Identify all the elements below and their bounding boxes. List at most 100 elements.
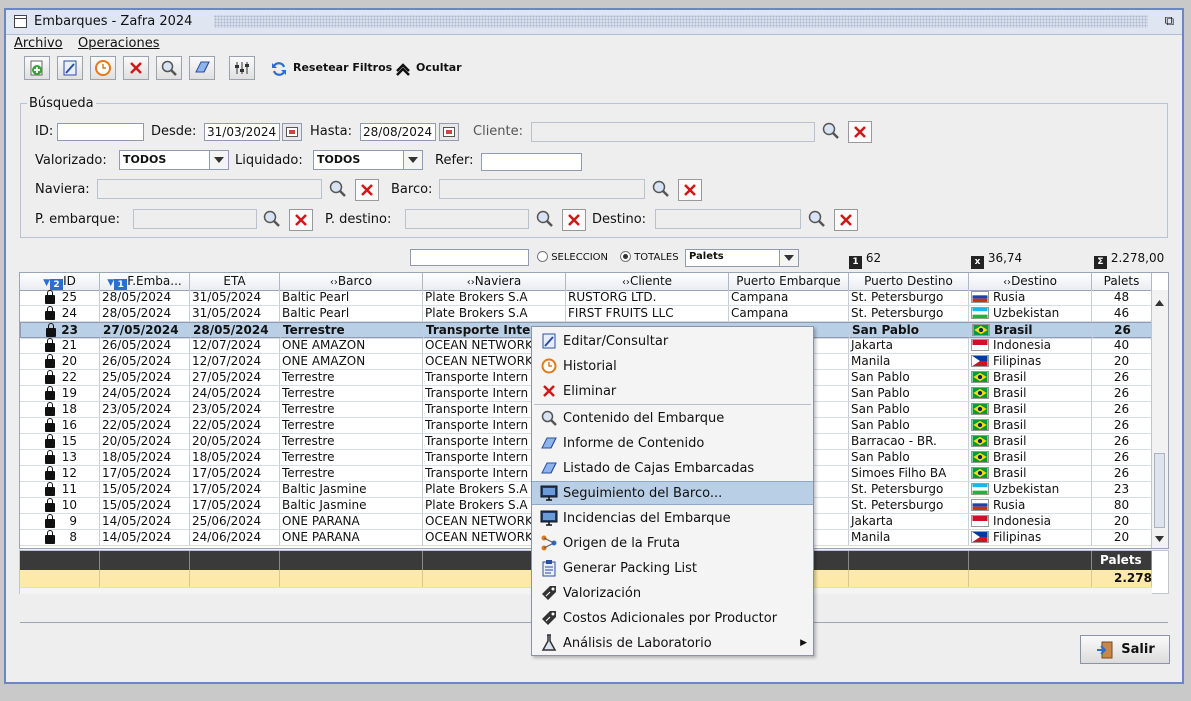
cell-puerto-destino: Jakarta: [849, 514, 969, 530]
header-naviera[interactable]: ‹›Naviera: [423, 273, 566, 290]
menu-item-incidencias-del-embarque[interactable]: Incidencias del Embarque: [532, 506, 813, 530]
cliente-label: Cliente:: [473, 124, 524, 139]
delete-icon: [538, 381, 560, 401]
hide-button[interactable]: Ocultar: [416, 61, 462, 74]
cell-palets: 80: [1092, 498, 1152, 514]
metric-select[interactable]: Palets: [685, 249, 799, 267]
naviera-input[interactable]: [97, 179, 322, 199]
settings-button[interactable]: [229, 56, 255, 80]
search-button[interactable]: [156, 56, 182, 80]
cell-puerto-destino: San Pablo: [849, 402, 969, 418]
menu-item-valorizacion[interactable]: Valorización: [532, 581, 813, 605]
valorizado-label: Valorizado:: [35, 153, 107, 168]
cliente-input[interactable]: [531, 122, 815, 142]
vertical-scrollbar[interactable]: [1151, 290, 1168, 548]
refresh-icon: [272, 62, 286, 76]
exit-button[interactable]: Salir: [1080, 635, 1170, 664]
id-input[interactable]: [57, 123, 144, 141]
lock-icon: [45, 306, 55, 320]
naviera-clear-button[interactable]: [355, 179, 379, 201]
new-button[interactable]: [24, 56, 50, 80]
lock-icon: [45, 418, 55, 432]
menu-item-listado-de-cajas-embarcadas[interactable]: Listado de Cajas Embarcadas: [532, 456, 813, 480]
reset-filters-button[interactable]: Resetear Filtros: [293, 61, 392, 74]
sort-order-badge: 2: [50, 279, 64, 290]
header-destino[interactable]: ‹›Destino: [969, 273, 1092, 290]
header-palets[interactable]: Palets: [1092, 273, 1152, 290]
sort-desc-icon: ▼: [107, 278, 115, 288]
pdestino-clear-button[interactable]: [562, 209, 586, 231]
header-id[interactable]: ▼ 2 ID: [20, 273, 100, 290]
lock-icon: [45, 402, 55, 416]
naviera-search-button[interactable]: [327, 179, 349, 199]
destino-clear-button[interactable]: [834, 209, 858, 231]
menu-item-seguimiento-del-barco[interactable]: Seguimiento del Barco...: [532, 481, 813, 505]
seleccion-radio[interactable]: SELECCION: [537, 251, 608, 263]
hasta-input[interactable]: 28/08/2024: [360, 123, 436, 141]
cliente-clear-button[interactable]: [848, 121, 872, 143]
liquidado-select[interactable]: TODOS: [313, 150, 423, 170]
pembarque-input[interactable]: [133, 209, 257, 229]
desde-calendar-button[interactable]: [282, 123, 302, 141]
cell-id: 15: [20, 434, 100, 450]
barco-search-button[interactable]: [650, 179, 672, 199]
menu-item-eliminar[interactable]: Eliminar: [532, 379, 813, 403]
cell-barco: Terrestre: [280, 434, 423, 450]
scroll-down-icon[interactable]: [1155, 531, 1164, 545]
cell-eta: 24/05/2024: [190, 386, 280, 402]
barco-clear-button[interactable]: [678, 179, 702, 201]
history-button[interactable]: [90, 56, 116, 80]
delete-button[interactable]: [123, 56, 149, 80]
menu-item-contenido-del-embarque[interactable]: Contenido del Embarque: [532, 406, 813, 430]
menu-item-analisis-de-laboratorio[interactable]: Análisis de Laboratorio ▶: [532, 631, 813, 655]
menu-operaciones[interactable]: Operaciones: [78, 36, 160, 51]
refer-input[interactable]: [481, 153, 582, 171]
pdestino-input[interactable]: [405, 209, 529, 229]
report-button[interactable]: [189, 56, 215, 80]
valorizado-select[interactable]: TODOS: [119, 150, 229, 170]
destino-search-button[interactable]: [806, 209, 828, 229]
menu-item-origen-de-la-fruta[interactable]: Origen de la Fruta: [532, 531, 813, 555]
menu-item-historial[interactable]: Historial: [532, 354, 813, 378]
cell-eta: 24/06/2024: [190, 530, 280, 546]
header-cliente[interactable]: ‹›Cliente: [566, 273, 729, 290]
barco-input[interactable]: [439, 179, 645, 199]
header-eta[interactable]: ETA: [190, 273, 280, 290]
scroll-up-icon[interactable]: [1155, 295, 1164, 309]
hasta-calendar-button[interactable]: [439, 123, 459, 141]
pembarque-search-button[interactable]: [261, 209, 283, 229]
header-puerto-destino[interactable]: Puerto Destino: [849, 273, 969, 290]
header-fembarque[interactable]: ▼ 1 F.Emba...: [100, 273, 190, 290]
cliente-search-button[interactable]: [820, 121, 842, 141]
desde-input[interactable]: 31/03/2024: [204, 123, 280, 141]
menu-item-costos-adicionales-por-productor[interactable]: Costos Adicionales por Productor: [532, 606, 813, 630]
quick-filter-input[interactable]: [410, 249, 529, 266]
pembarque-clear-button[interactable]: [289, 209, 313, 231]
pdestino-search-button[interactable]: [534, 209, 556, 229]
cell-eta: 20/05/2024: [190, 434, 280, 450]
cell-fembarque: 28/05/2024: [100, 306, 190, 322]
header-puerto-embarque[interactable]: Puerto Embarque: [729, 273, 849, 290]
cell-barco: Baltic Jasmine: [280, 498, 423, 514]
table-row[interactable]: 24 28/05/2024 31/05/2024 Baltic Pearl Plate …: [20, 306, 1152, 322]
menu-archivo[interactable]: Archivo: [14, 36, 63, 51]
scroll-thumb[interactable]: [1154, 453, 1165, 528]
header-barco[interactable]: ‹›Barco: [280, 273, 423, 290]
window-title: Embarques - Zafra 2024: [34, 14, 193, 29]
edit-button[interactable]: [57, 56, 83, 80]
cell-puerto-destino: Manila: [849, 530, 969, 546]
cell-palets: 20: [1092, 514, 1152, 530]
menu-item-generar-packing-list[interactable]: Generar Packing List: [532, 556, 813, 580]
cell-eta: 28/05/2024: [191, 323, 281, 339]
book-icon: [538, 458, 560, 478]
destino-input[interactable]: [655, 209, 801, 229]
cell-destino: Brasil: [969, 402, 1092, 418]
table-row[interactable]: 25 28/05/2024 31/05/2024 Baltic Pearl Plate …: [20, 290, 1152, 306]
totales-radio[interactable]: TOTALES: [620, 251, 679, 263]
menu-item-informe-de-contenido[interactable]: Informe de Contenido: [532, 431, 813, 455]
menu-item-editar-consultar[interactable]: Editar/Consultar: [532, 329, 813, 353]
maximize-icon[interactable]: ⧉: [1165, 14, 1174, 29]
cell-fembarque: 26/05/2024: [100, 354, 190, 370]
average-icon: x: [971, 256, 984, 269]
search-icon: [808, 210, 825, 227]
